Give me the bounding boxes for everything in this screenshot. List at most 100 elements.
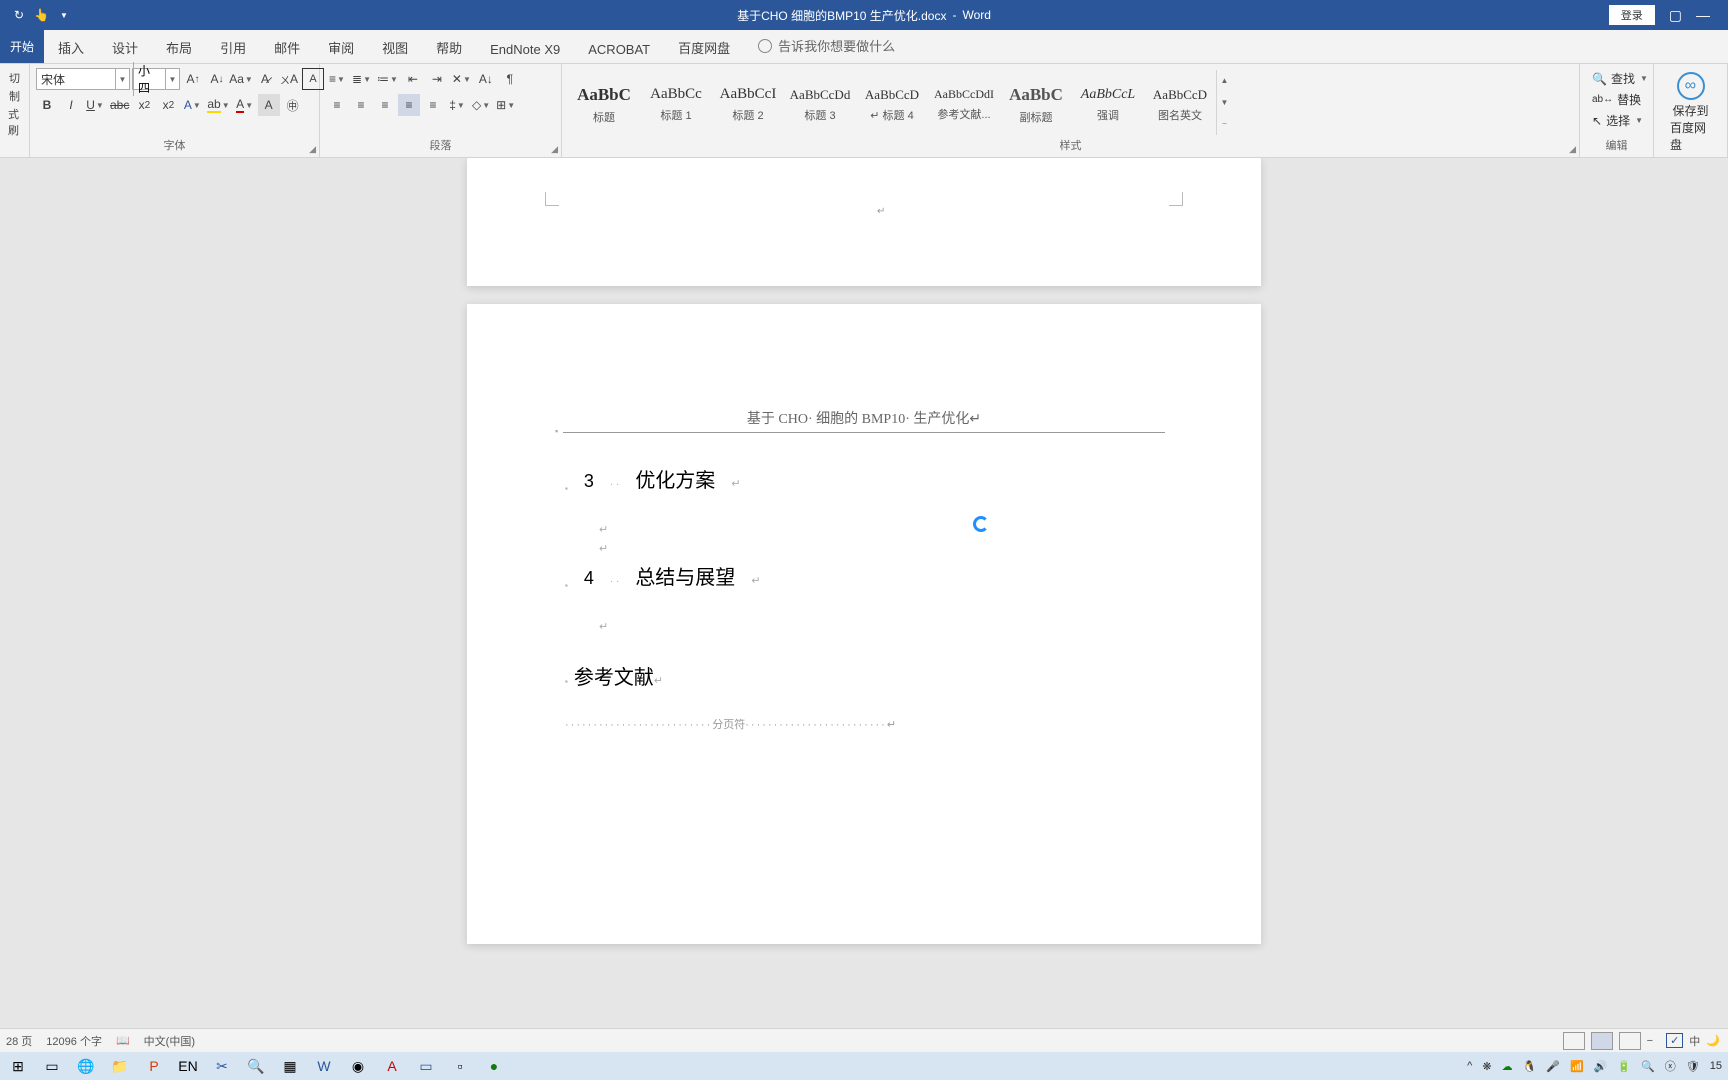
- enclose-char-button[interactable]: ㊥: [282, 94, 304, 116]
- tray-wifi-icon[interactable]: 📶: [1570, 1060, 1584, 1073]
- ribbon-display-icon[interactable]: ▢: [1669, 7, 1682, 24]
- app2-icon[interactable]: ▫: [448, 1054, 472, 1078]
- shading-button[interactable]: ◇▼: [470, 94, 492, 116]
- show-marks-button[interactable]: ¶: [499, 68, 521, 90]
- shrink-font-button[interactable]: A↓: [206, 68, 228, 90]
- style-heading3[interactable]: AaBbCcDd标题 3: [784, 70, 856, 135]
- style-figure-en[interactable]: AaBbCcD图名英文: [1144, 70, 1216, 135]
- document-body[interactable]: ▪ 3 · · 优化方案 ↵ ↵ ↵ ▪ 4 · · 总结与展望 ↵ ↵ ▪参考…: [565, 464, 1163, 732]
- underline-button[interactable]: U▼: [84, 94, 106, 116]
- highlight-button[interactable]: ab▼: [205, 94, 231, 116]
- tray-mic-icon[interactable]: 🎤: [1546, 1060, 1560, 1073]
- tab-view[interactable]: 视图: [368, 30, 422, 63]
- heading-3[interactable]: ▪ 3 · · 优化方案 ↵: [565, 464, 1163, 493]
- font-color-button[interactable]: A▼: [234, 94, 256, 116]
- read-mode-button[interactable]: [1563, 1032, 1585, 1050]
- clear-format-button[interactable]: A̷: [254, 68, 276, 90]
- scroll-down-icon[interactable]: ▼: [1217, 92, 1232, 114]
- status-page[interactable]: 28 页: [6, 1033, 32, 1049]
- tab-mailings[interactable]: 邮件: [260, 30, 314, 63]
- justify-button[interactable]: ≡: [398, 94, 420, 116]
- chrome-icon[interactable]: 🌐: [74, 1054, 98, 1078]
- bullets-button[interactable]: ≡▼: [326, 68, 348, 90]
- ime-indicator[interactable]: 中: [1689, 1033, 1700, 1049]
- multilevel-button[interactable]: ≔▼: [375, 68, 400, 90]
- chevron-down-icon[interactable]: ▼: [115, 69, 129, 89]
- scroll-up-icon[interactable]: ▲: [1217, 70, 1232, 92]
- start-icon[interactable]: ⊞: [6, 1054, 30, 1078]
- tray-qq-icon[interactable]: 🐧: [1523, 1060, 1537, 1073]
- print-layout-button[interactable]: [1591, 1032, 1613, 1050]
- app-icon[interactable]: ▦: [278, 1054, 302, 1078]
- zoom-in-button[interactable]: ✓: [1666, 1033, 1683, 1048]
- font-name-combo[interactable]: 宋体 ▼: [36, 68, 130, 90]
- style-references[interactable]: AaBbCcDdI参考文献...: [928, 70, 1000, 135]
- align-center-button[interactable]: ≡: [350, 94, 372, 116]
- tray-cloud-icon[interactable]: ☁: [1502, 1060, 1513, 1073]
- font-size-combo[interactable]: 小四 ▼: [132, 68, 180, 90]
- align-right-button[interactable]: ≡: [374, 94, 396, 116]
- strike-button[interactable]: abc: [108, 94, 131, 116]
- text-effects-button[interactable]: A▼: [181, 94, 203, 116]
- save-to-baidu-button[interactable]: 保存到 百度网盘: [1660, 68, 1721, 157]
- subscript-button[interactable]: x2: [133, 94, 155, 116]
- select-button[interactable]: ↖选择▼: [1586, 110, 1647, 131]
- line-spacing-button[interactable]: ‡▼: [446, 94, 468, 116]
- tray-shield-icon[interactable]: 🛡: [1686, 1060, 1700, 1073]
- decrease-indent-button[interactable]: ⇤: [402, 68, 424, 90]
- login-button[interactable]: 登录: [1609, 5, 1655, 25]
- tray-close-icon[interactable]: ⓧ: [1665, 1058, 1676, 1074]
- tell-me-search[interactable]: 告诉我你想要做什么: [744, 28, 909, 63]
- distributed-button[interactable]: ≡: [422, 94, 444, 116]
- endnote-icon[interactable]: EN: [176, 1054, 200, 1078]
- dialog-launcher-icon[interactable]: ◢: [1569, 144, 1576, 155]
- status-language[interactable]: 中文(中国): [144, 1033, 195, 1049]
- style-heading2[interactable]: AaBbCcI标题 2: [712, 70, 784, 135]
- borders-button[interactable]: ⊞▼: [494, 94, 517, 116]
- asian-layout-button[interactable]: ✕▼: [450, 68, 473, 90]
- zoom-out-button[interactable]: −: [1647, 1035, 1653, 1047]
- heading-references[interactable]: ▪参考文献↵: [565, 661, 1163, 690]
- tray-time[interactable]: 15: [1710, 1060, 1722, 1072]
- pdf-icon[interactable]: A: [380, 1054, 404, 1078]
- change-case-button[interactable]: Aa▼: [230, 68, 252, 90]
- superscript-button[interactable]: x2: [157, 94, 179, 116]
- italic-button[interactable]: I: [60, 94, 82, 116]
- word-icon[interactable]: W: [312, 1054, 336, 1078]
- web-layout-button[interactable]: [1619, 1032, 1641, 1050]
- phonetic-button[interactable]: ㄨA: [278, 68, 300, 90]
- tab-references[interactable]: 引用: [206, 30, 260, 63]
- painter-label[interactable]: 式刷: [8, 106, 21, 138]
- style-subtitle[interactable]: AaBbC副标题: [1000, 70, 1072, 135]
- chevron-down-icon[interactable]: ▼: [165, 69, 179, 89]
- dialog-launcher-icon[interactable]: ◢: [551, 144, 558, 155]
- tab-insert[interactable]: 插入: [44, 30, 98, 63]
- wechat-icon[interactable]: ●: [482, 1054, 506, 1078]
- minimize-icon[interactable]: —: [1696, 7, 1710, 23]
- autosave-icon[interactable]: ↻: [14, 8, 24, 22]
- qat-dropdown-icon[interactable]: ▼: [60, 11, 68, 20]
- tab-home[interactable]: 开始: [0, 30, 44, 63]
- media-icon[interactable]: ◉: [346, 1054, 370, 1078]
- magnify-icon[interactable]: 🔍: [244, 1054, 268, 1078]
- numbering-button[interactable]: ≣▼: [350, 68, 373, 90]
- style-heading4[interactable]: AaBbCcD↵ 标题 4: [856, 70, 928, 135]
- style-title[interactable]: AaBbC标题: [568, 70, 640, 135]
- tab-design[interactable]: 设计: [98, 30, 152, 63]
- expand-gallery-icon[interactable]: ⎯: [1217, 113, 1232, 135]
- style-heading1[interactable]: AaBbCc标题 1: [640, 70, 712, 135]
- tray-expand-icon[interactable]: ^: [1467, 1060, 1472, 1072]
- powerpoint-icon[interactable]: P: [142, 1054, 166, 1078]
- tray-battery-icon[interactable]: 🔋: [1617, 1060, 1631, 1073]
- tray-search-icon[interactable]: 🔍: [1641, 1060, 1655, 1073]
- heading-4[interactable]: ▪ 4 · · 总结与展望 ↵: [565, 561, 1163, 590]
- tab-review[interactable]: 审阅: [314, 30, 368, 63]
- bold-button[interactable]: B: [36, 94, 58, 116]
- tab-baidu[interactable]: 百度网盘: [664, 30, 744, 63]
- dialog-launcher-icon[interactable]: ◢: [309, 144, 316, 155]
- spellcheck-icon[interactable]: 📖: [116, 1034, 130, 1047]
- screenshot-icon[interactable]: ▭: [414, 1054, 438, 1078]
- copy-label[interactable]: 制: [9, 88, 20, 104]
- snip-icon[interactable]: ✂: [210, 1054, 234, 1078]
- tray-volume-icon[interactable]: 🔊: [1594, 1060, 1608, 1073]
